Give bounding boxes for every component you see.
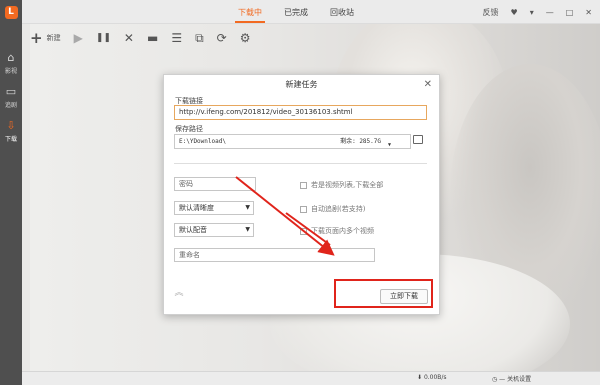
shutdown-label: 关机设置 [507,376,532,383]
status-bar: ⬇ 0.00B/s ◷ — 关机设置 [22,371,600,385]
annotation-arrows [235,176,335,256]
shutdown-settings[interactable]: ◷ — 关机设置 [492,374,531,383]
speed-value: 0.00B/s [423,374,447,381]
arrow-to-rename [235,176,335,256]
download-speed: ⬇ 0.00B/s [417,374,447,381]
arrow-to-multi-video [285,212,331,246]
